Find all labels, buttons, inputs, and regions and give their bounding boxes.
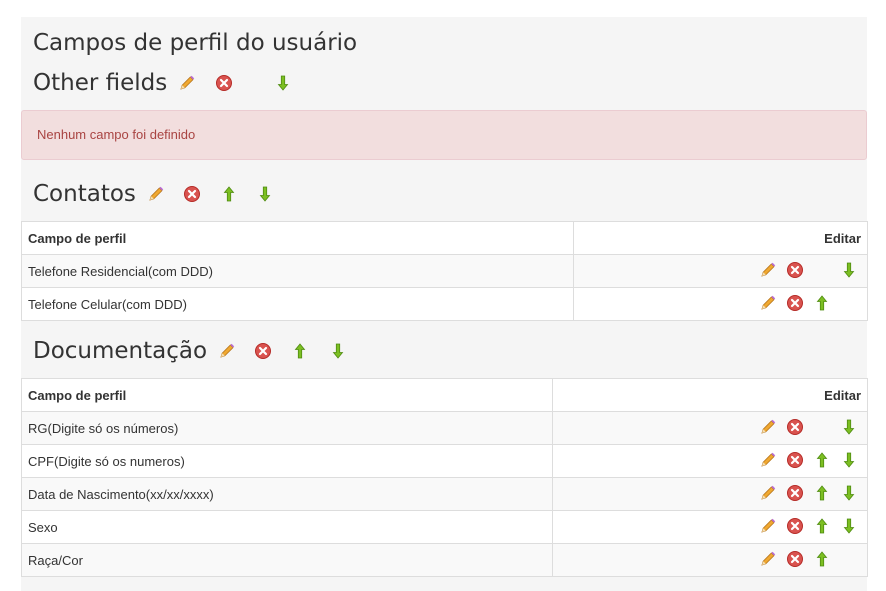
delete-icon[interactable] [214, 73, 234, 93]
empty-slot [812, 260, 832, 280]
arrow-up-icon[interactable] [219, 184, 239, 204]
pencil-icon[interactable] [217, 341, 237, 361]
table-row: RG(Digite só os números) [21, 411, 868, 445]
delete-icon[interactable] [785, 549, 805, 569]
pencil-icon[interactable] [758, 450, 778, 470]
category-title: Contatos [33, 181, 136, 207]
delete-icon[interactable] [253, 341, 273, 361]
row-actions [552, 510, 868, 544]
delete-icon[interactable] [785, 293, 805, 313]
delete-icon[interactable] [785, 260, 805, 280]
row-actions [552, 543, 868, 577]
field-name: Sexo [21, 510, 553, 544]
table-row: Telefone Celular(com DDD) [21, 287, 868, 321]
arrow-up-icon[interactable] [812, 483, 832, 503]
field-name: Telefone Celular(com DDD) [21, 287, 574, 321]
documentacao-fields-table: Campo de perfil Editar RG(Digite só os n… [21, 378, 868, 577]
row-actions [573, 287, 868, 321]
arrow-up-icon[interactable] [812, 450, 832, 470]
row-actions [573, 254, 868, 288]
empty-fields-alert: Nenhum campo foi definido [21, 110, 867, 160]
category-header-contatos: Contatos [33, 179, 275, 209]
pencil-icon[interactable] [146, 184, 166, 204]
arrow-up-icon[interactable] [812, 293, 832, 313]
empty-slot [812, 417, 832, 437]
field-name: Telefone Residencial(com DDD) [21, 254, 574, 288]
column-header-edit: Editar [573, 221, 868, 255]
arrow-down-icon[interactable] [839, 417, 859, 437]
row-actions [552, 411, 868, 445]
arrow-up-icon[interactable] [290, 341, 310, 361]
page-title: Campos de perfil do usuário [33, 30, 358, 56]
category-title: Documentação [33, 338, 208, 364]
category-title: Other fields [33, 70, 168, 96]
category-header-documentacao: Documentação [33, 336, 348, 366]
delete-icon[interactable] [785, 417, 805, 437]
arrow-down-icon[interactable] [273, 73, 293, 93]
empty-slot [839, 293, 859, 313]
table-row: CPF(Digite só os numeros) [21, 444, 868, 478]
delete-icon[interactable] [785, 483, 805, 503]
pencil-icon[interactable] [758, 549, 778, 569]
table-row: Data de Nascimento(xx/xx/xxxx) [21, 477, 868, 511]
pencil-icon[interactable] [758, 483, 778, 503]
field-name: CPF(Digite só os numeros) [21, 444, 553, 478]
arrow-down-icon[interactable] [839, 260, 859, 280]
profile-fields-panel: Campos de perfil do usuário Other fields… [21, 17, 868, 591]
pencil-icon[interactable] [758, 293, 778, 313]
delete-icon[interactable] [785, 450, 805, 470]
pencil-icon[interactable] [758, 516, 778, 536]
column-header-field: Campo de perfil [21, 221, 574, 255]
table-header-row: Campo de perfil Editar [21, 378, 868, 412]
empty-slot [839, 549, 859, 569]
field-name: Raça/Cor [21, 543, 553, 577]
pencil-icon[interactable] [758, 417, 778, 437]
row-actions [552, 477, 868, 511]
table-row: Telefone Residencial(com DDD) [21, 254, 868, 288]
delete-icon[interactable] [182, 184, 202, 204]
arrow-down-icon[interactable] [255, 184, 275, 204]
column-header-field: Campo de perfil [21, 378, 553, 412]
row-actions [552, 444, 868, 478]
table-header-row: Campo de perfil Editar [21, 221, 868, 255]
pencil-icon[interactable] [177, 73, 197, 93]
pencil-icon[interactable] [758, 260, 778, 280]
arrow-up-icon[interactable] [812, 549, 832, 569]
arrow-down-icon[interactable] [839, 483, 859, 503]
field-name: Data de Nascimento(xx/xx/xxxx) [21, 477, 553, 511]
arrow-down-icon[interactable] [839, 516, 859, 536]
arrow-up-icon[interactable] [812, 516, 832, 536]
alert-message: Nenhum campo foi definido [37, 127, 196, 142]
column-header-edit: Editar [552, 378, 868, 412]
category-header-other-fields: Other fields [33, 68, 293, 98]
arrow-down-icon[interactable] [328, 341, 348, 361]
table-row: Raça/Cor [21, 543, 868, 577]
delete-icon[interactable] [785, 516, 805, 536]
table-row: Sexo [21, 510, 868, 544]
arrow-down-icon[interactable] [839, 450, 859, 470]
field-name: RG(Digite só os números) [21, 411, 553, 445]
contatos-fields-table: Campo de perfil Editar Telefone Residenc… [21, 221, 868, 321]
